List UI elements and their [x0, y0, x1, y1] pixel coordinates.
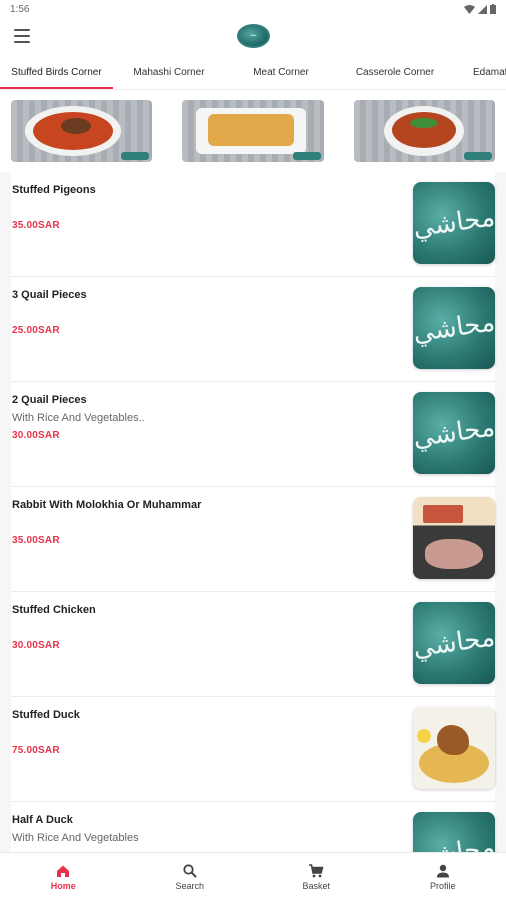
item-price: 30.00SAR	[12, 430, 60, 441]
brand-logo: ~	[237, 24, 270, 48]
tab-edamat[interactable]: Edamat	[453, 56, 506, 89]
home-icon	[57, 865, 70, 877]
wifi-icon	[464, 4, 475, 14]
item-description: With Rice And Vegetables..	[12, 412, 145, 424]
status-bar: 1:56	[0, 0, 506, 18]
item-name: Stuffed Chicken	[12, 604, 96, 616]
nav-home-label: Home	[50, 880, 76, 891]
list-item[interactable]: 2 Quail Pieces With Rice And Vegetables.…	[11, 382, 495, 487]
tab-casserole-corner[interactable]: Casserole Corner	[337, 56, 453, 89]
signal-icon	[478, 4, 487, 14]
tab-mahashi-corner[interactable]: Mahashi Corner	[113, 56, 225, 89]
status-time: 1:56	[10, 3, 30, 15]
menu-item-list: Stuffed Pigeons 35.00SAR محاشي 3 Quail P…	[11, 172, 495, 852]
banner-image-1[interactable]	[11, 100, 153, 162]
tab-stuffed-birds-corner[interactable]: Stuffed Birds Corner	[0, 56, 113, 89]
item-price: 30.00SAR	[12, 640, 60, 651]
item-name: Rabbit With Molokhia Or Muhammar	[12, 499, 202, 511]
item-price: 75.00SAR	[12, 745, 60, 756]
nav-basket-label: Basket	[302, 880, 330, 891]
item-image	[413, 707, 495, 789]
item-price: 35.00SAR	[12, 535, 60, 546]
item-price: 35.00SAR	[12, 220, 60, 231]
status-icons	[464, 4, 496, 14]
nav-search[interactable]: Search	[127, 853, 254, 900]
item-image: محاشي	[413, 182, 495, 264]
main-content: Stuffed Pigeons 35.00SAR محاشي 3 Quail P…	[0, 90, 506, 852]
profile-icon	[436, 864, 449, 877]
tab-meat-corner[interactable]: Meat Corner	[225, 56, 337, 89]
menu-icon[interactable]	[14, 29, 30, 43]
item-name: Stuffed Pigeons	[12, 184, 96, 196]
banner-image-2[interactable]	[182, 100, 324, 162]
item-name: Half A Duck	[12, 814, 73, 826]
item-name: 3 Quail Pieces	[12, 289, 87, 301]
list-item[interactable]: Stuffed Chicken 30.00SAR محاشي	[11, 592, 495, 697]
banner-image-3[interactable]	[353, 100, 495, 162]
bottom-navigation: Home Search Basket Profile	[0, 852, 506, 900]
basket-icon	[309, 863, 324, 877]
item-image	[413, 497, 495, 579]
item-name: Stuffed Duck	[12, 709, 80, 721]
item-image: محاشي	[413, 812, 495, 852]
item-price: 25.00SAR	[12, 325, 60, 336]
nav-search-label: Search	[175, 880, 205, 891]
list-item[interactable]: Stuffed Pigeons 35.00SAR محاشي	[11, 172, 495, 277]
brand-logo-mark: ~	[249, 31, 258, 41]
category-tabs: Stuffed Birds Corner Mahashi Corner Meat…	[0, 56, 506, 90]
app-bar: ~	[0, 18, 506, 56]
list-item[interactable]: Rabbit With Molokhia Or Muhammar 35.00SA…	[11, 487, 495, 592]
nav-profile-label: Profile	[429, 880, 456, 891]
item-image: محاشي	[413, 602, 495, 684]
item-image: محاشي	[413, 287, 495, 369]
search-icon	[183, 863, 197, 877]
nav-profile[interactable]: Profile	[380, 853, 506, 900]
item-image: محاشي	[413, 392, 495, 474]
list-item[interactable]: Half A Duck With Rice And Vegetables محا…	[11, 802, 495, 852]
banner-carousel	[0, 90, 506, 172]
nav-basket[interactable]: Basket	[253, 853, 380, 900]
list-item[interactable]: Stuffed Duck 75.00SAR	[11, 697, 495, 802]
nav-home[interactable]: Home	[0, 853, 127, 900]
list-item[interactable]: 3 Quail Pieces 25.00SAR محاشي	[11, 277, 495, 382]
item-name: 2 Quail Pieces	[12, 394, 87, 406]
item-description: With Rice And Vegetables	[12, 832, 139, 844]
battery-icon	[490, 4, 496, 14]
